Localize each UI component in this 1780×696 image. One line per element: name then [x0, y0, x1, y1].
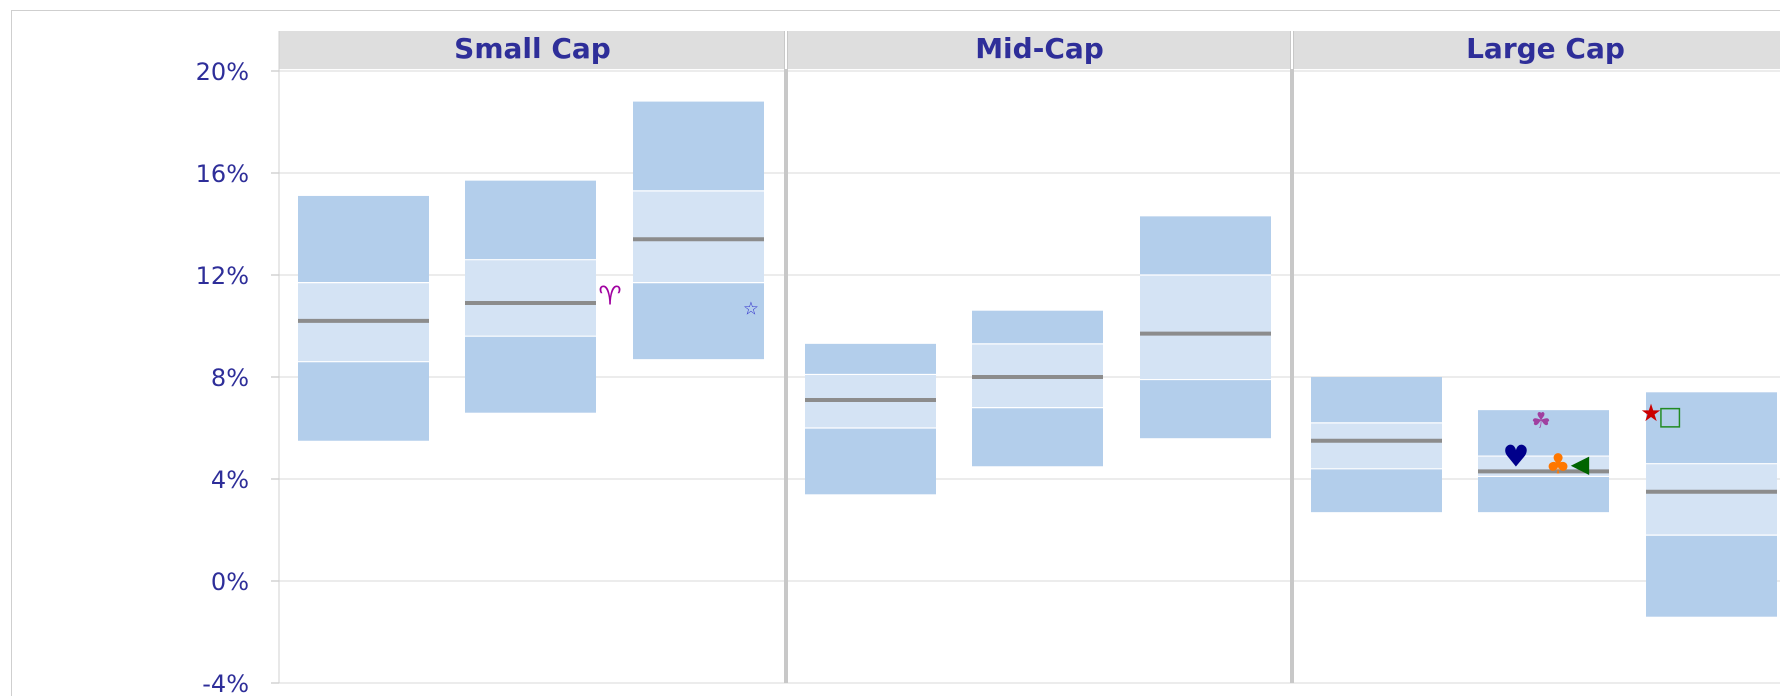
y-tick-label: 16% — [196, 160, 249, 188]
box-inner-band — [1311, 422, 1442, 469]
y-tick-label: 4% — [211, 466, 249, 494]
box-inner-band — [1478, 456, 1609, 477]
box-chart: Small Cap Mid-Cap Large Cap ♈ ☆☘♥ ♣ ◀★□ 20%16… — [196, 31, 1780, 696]
y-tick-label: -4% — [202, 670, 249, 696]
box-inner-band — [633, 190, 764, 283]
data-marker: ♣ — [1545, 448, 1570, 481]
box-inner-band — [465, 259, 596, 337]
panel-title: Small Cap — [454, 32, 611, 65]
box-layer — [298, 101, 1777, 617]
data-marker: ☘ — [1531, 409, 1551, 434]
data-marker: ♥ — [1503, 440, 1530, 475]
box-inner-band — [1140, 275, 1271, 380]
data-marker: ♈ — [598, 282, 621, 312]
y-tick-label: 12% — [196, 262, 249, 290]
data-marker: ☆ — [743, 298, 759, 319]
data-marker: ◀ — [1571, 450, 1590, 478]
y-axis: 20% 16% 12% 8% 4% 0% -4% — [196, 31, 280, 696]
data-marker: □ — [1658, 401, 1683, 431]
box-inner-band — [1646, 463, 1777, 536]
y-tick-label: 20% — [196, 58, 249, 86]
y-tick-label: 8% — [211, 364, 249, 392]
panel-title: Large Cap — [1466, 32, 1625, 65]
y-tick-label: 0% — [211, 568, 249, 596]
panel-title: Mid-Cap — [975, 32, 1104, 65]
